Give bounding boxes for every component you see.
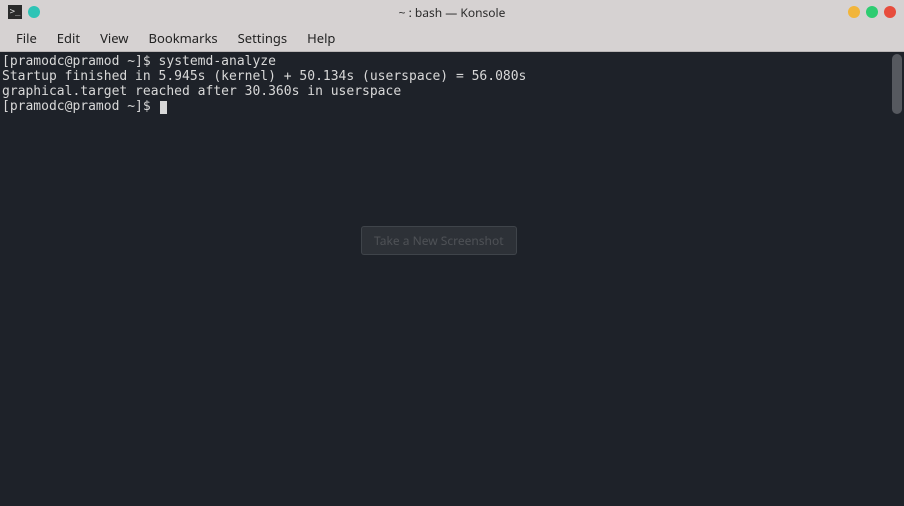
menu-file[interactable]: File [6, 25, 47, 51]
minimize-button[interactable] [848, 6, 860, 18]
prompt: [pramodc@pramod ~]$ [2, 99, 159, 114]
app-icon: >_ [8, 5, 22, 19]
terminal-text: systemd-analyze [159, 54, 276, 69]
cursor [160, 101, 167, 114]
terminal[interactable]: [pramodc@pramod ~]$ systemd-analyze Star… [0, 52, 904, 506]
app-indicator-dot [28, 6, 40, 18]
prompt: [pramodc@pramod ~]$ [2, 54, 159, 69]
window-controls [848, 6, 896, 18]
close-button[interactable] [884, 6, 896, 18]
maximize-button[interactable] [866, 6, 878, 18]
terminal-container: [pramodc@pramod ~]$ systemd-analyze Star… [0, 52, 904, 506]
window-title: ~ : bash — Konsole [399, 4, 506, 21]
menu-bookmarks[interactable]: Bookmarks [139, 25, 228, 51]
scrollbar-thumb[interactable] [892, 54, 902, 114]
menubar: File Edit View Bookmarks Settings Help [0, 24, 904, 52]
terminal-text: Startup finished in 5.945s (kernel) + 50… [2, 69, 526, 84]
menu-edit[interactable]: Edit [47, 25, 90, 51]
titlebar-left: >_ [8, 5, 40, 19]
menu-settings[interactable]: Settings [228, 25, 297, 51]
menu-help[interactable]: Help [297, 25, 345, 51]
menu-view[interactable]: View [90, 25, 138, 51]
titlebar: >_ ~ : bash — Konsole [0, 0, 904, 24]
terminal-text: graphical.target reached after 30.360s i… [2, 84, 401, 99]
